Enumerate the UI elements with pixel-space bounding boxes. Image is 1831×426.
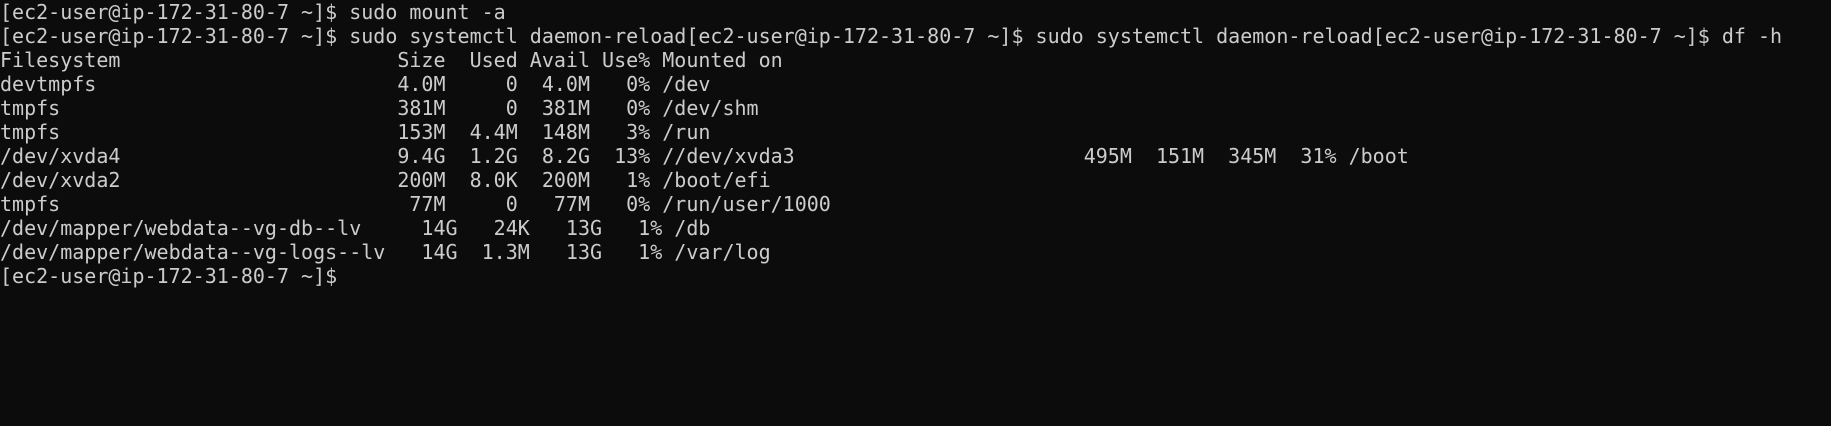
df-row-db-lv: /dev/mapper/webdata--vg-db--lv 14G 24K 1… [0,216,711,240]
df-row-tmpfs-user: tmpfs 77M 0 77M 0% /run/user/1000 [0,192,831,216]
df-row-tmpfs-shm: tmpfs 381M 0 381M 0% /dev/shm [0,96,759,120]
df-row-xvda2: /dev/xvda2 200M 8.0K 200M 1% /boot/efi [0,168,771,192]
df-row-devtmpfs: devtmpfs 4.0M 0 4.0M 0% /dev [0,72,711,96]
terminal-window[interactable]: [ec2-user@ip-172-31-80-7 ~]$ sudo mount … [0,0,1831,426]
df-header-row: Filesystem Size Used Avail Use% Mounted … [0,48,783,72]
df-row-tmpfs-run: tmpfs 153M 4.4M 148M 3% /run [0,120,711,144]
df-row-logs-lv: /dev/mapper/webdata--vg-logs--lv 14G 1.3… [0,240,771,264]
terminal-line-mount: [ec2-user@ip-172-31-80-7 ~]$ sudo mount … [0,0,506,24]
df-row-xvda4: /dev/xvda4 9.4G 1.2G 8.2G 13% //dev/xvda… [0,144,1409,168]
terminal-prompt[interactable]: [ec2-user@ip-172-31-80-7 ~]$ [0,264,1831,288]
terminal-line-daemon-reload: [ec2-user@ip-172-31-80-7 ~]$ sudo system… [0,24,1783,48]
